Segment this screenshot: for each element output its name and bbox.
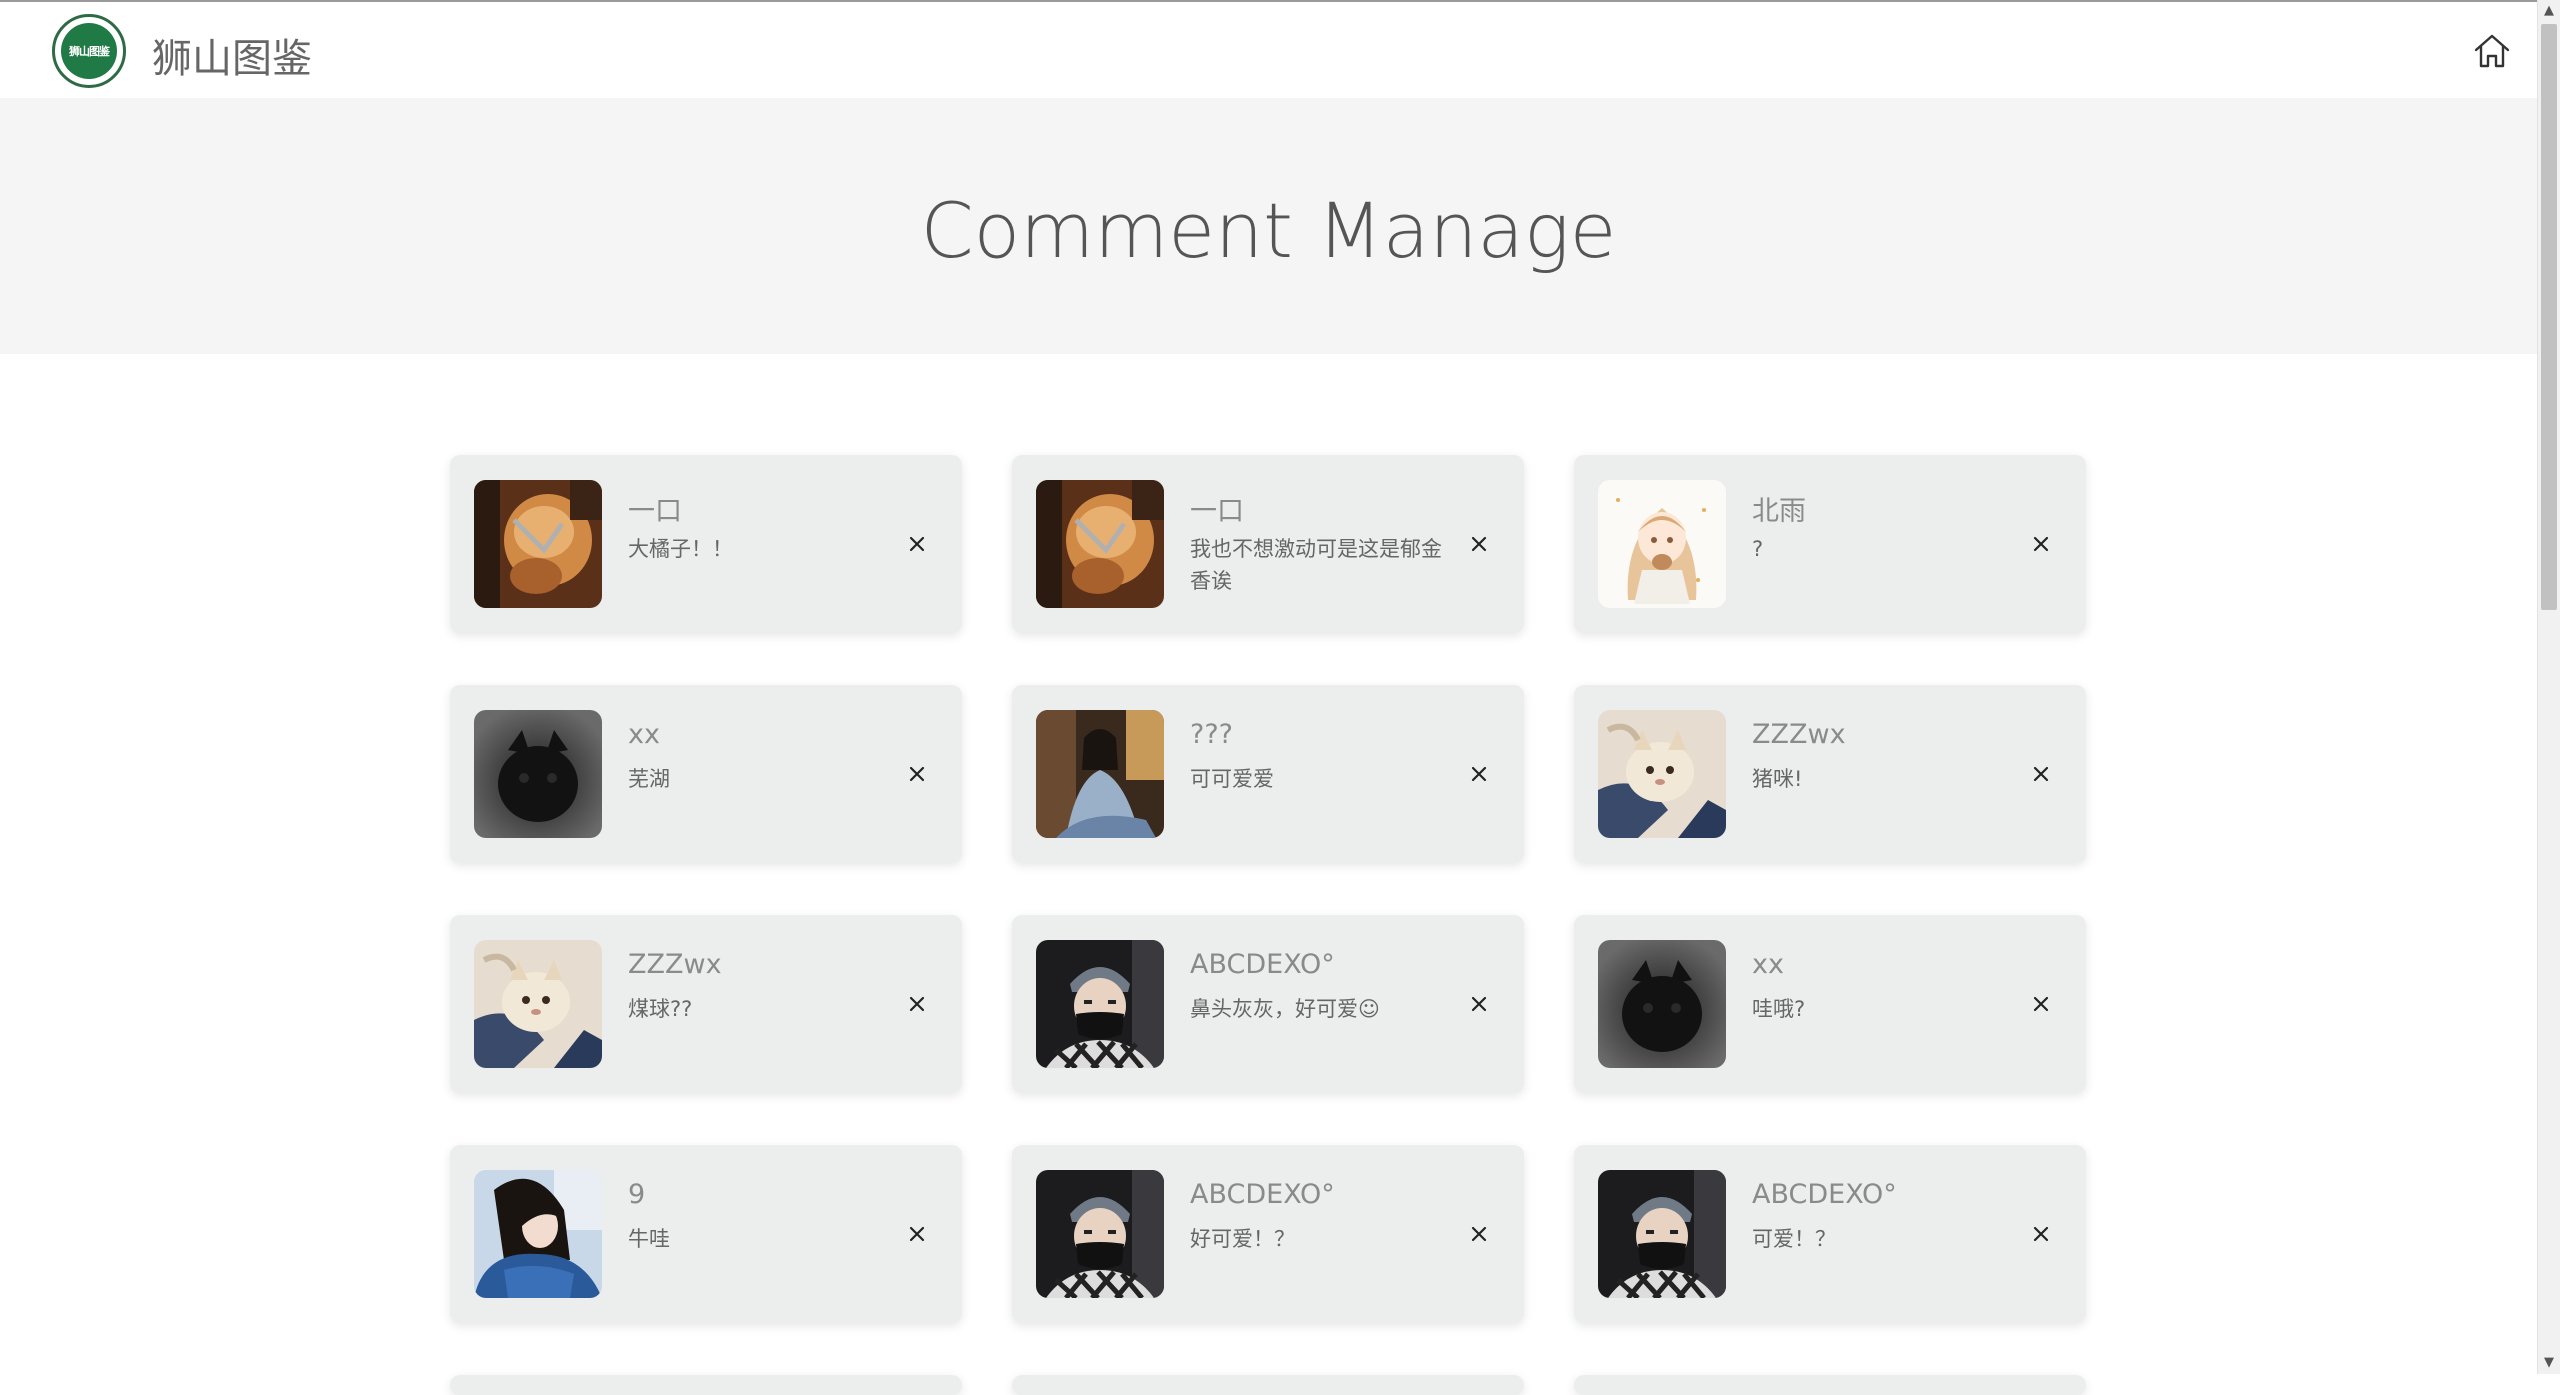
user-avatar[interactable] — [1036, 710, 1164, 838]
comment-card: 一口我也不想激动可是这是郁金香诶 — [1012, 455, 1524, 633]
user-avatar[interactable] — [1036, 940, 1164, 1068]
close-icon — [1471, 766, 1487, 782]
comment-username: 9 — [628, 1179, 646, 1210]
scroll-down-arrow-icon[interactable]: ▼ — [2538, 1352, 2560, 1374]
close-icon — [909, 1226, 925, 1242]
comment-username: ZZZwx — [628, 949, 722, 980]
close-icon — [909, 536, 925, 552]
logo-mark: 狮山图鉴 — [61, 23, 117, 79]
delete-comment-button[interactable] — [2028, 531, 2054, 557]
close-icon — [1471, 996, 1487, 1012]
user-avatar[interactable] — [1598, 940, 1726, 1068]
comment-card: 一口大橘子！！ — [450, 455, 962, 633]
comment-text: 大橘子！！ — [628, 537, 733, 561]
user-avatar[interactable] — [474, 480, 602, 608]
delete-comment-button[interactable] — [1466, 991, 1492, 1017]
comment-username: xx — [628, 719, 660, 750]
site-brand-title[interactable]: 狮山图鉴 — [152, 26, 312, 84]
comment-card: 北雨? — [1574, 455, 2086, 633]
comment-text: 猪咪! — [1752, 767, 1803, 791]
comment-username: ??? — [1190, 719, 1233, 750]
delete-comment-button[interactable] — [904, 531, 930, 557]
comment-username: ABCDEXO° — [1190, 949, 1335, 980]
comment-username: ABCDEXO° — [1190, 1179, 1335, 1210]
comment-card: ABCDEXO° 可爱！？ — [1574, 1145, 2086, 1323]
vertical-scrollbar[interactable]: ▲ ▼ — [2537, 0, 2560, 1374]
comment-text: 鼻头灰灰，好可爱☺ — [1190, 997, 1380, 1021]
user-avatar[interactable] — [1036, 480, 1164, 608]
user-avatar[interactable] — [474, 1170, 602, 1298]
hero-banner: Comment Manage — [0, 98, 2537, 354]
delete-comment-button[interactable] — [1466, 531, 1492, 557]
comment-card: ZZZwx 猪咪! — [1574, 685, 2086, 863]
scrollbar-thumb[interactable] — [2541, 24, 2557, 610]
comment-username: xx — [1752, 949, 1784, 980]
comment-text: 我也不想激动可是这是郁金香诶 — [1190, 537, 1442, 593]
comment-username: 北雨 — [1752, 496, 1806, 527]
close-icon — [1471, 1226, 1487, 1242]
close-icon — [909, 996, 925, 1012]
close-icon — [2033, 1226, 2049, 1242]
site-logo[interactable]: 狮山图鉴 — [52, 14, 126, 88]
comment-card: xx 哇哦? — [1574, 915, 2086, 1093]
delete-comment-button[interactable] — [2028, 761, 2054, 787]
comment-text: 哇哦? — [1752, 997, 1806, 1021]
close-icon — [2033, 766, 2049, 782]
comment-card: ABCDEXO° 好可爱！？ — [1012, 1145, 1524, 1323]
delete-comment-button[interactable] — [2028, 1221, 2054, 1247]
comment-card: ABCDEXO° 鼻头灰灰，好可爱☺ — [1012, 915, 1524, 1093]
comment-card-partial — [1574, 1375, 2086, 1395]
user-avatar[interactable] — [474, 940, 602, 1068]
close-icon — [1471, 536, 1487, 552]
comment-card-partial — [1012, 1375, 1524, 1395]
comment-text: 好可爱！？ — [1190, 1227, 1295, 1251]
comment-text: 煤球?? — [628, 997, 693, 1021]
comment-text: 芜湖 — [628, 767, 670, 791]
comment-card: xx 芜湖 — [450, 685, 962, 863]
close-icon — [2033, 536, 2049, 552]
user-avatar[interactable] — [1036, 1170, 1164, 1298]
close-icon — [909, 766, 925, 782]
comment-text: 可爱！？ — [1752, 1227, 1836, 1251]
comment-username: 一口 — [1190, 496, 1244, 527]
user-avatar[interactable] — [1598, 1170, 1726, 1298]
top-navbar: 狮山图鉴 狮山图鉴 — [0, 0, 2537, 98]
comment-card-partial — [450, 1375, 962, 1395]
user-avatar[interactable] — [1598, 710, 1726, 838]
scroll-up-arrow-icon[interactable]: ▲ — [2538, 0, 2560, 22]
delete-comment-button[interactable] — [1466, 761, 1492, 787]
delete-comment-button[interactable] — [904, 1221, 930, 1247]
comment-username: ZZZwx — [1752, 719, 1846, 750]
comment-card: ??? 可可爱爱 — [1012, 685, 1524, 863]
delete-comment-button[interactable] — [904, 761, 930, 787]
home-button[interactable] — [2470, 29, 2514, 73]
delete-comment-button[interactable] — [1466, 1221, 1492, 1247]
page-title: Comment Manage — [920, 186, 1617, 275]
comment-username: ABCDEXO° — [1752, 1179, 1897, 1210]
comment-text: 可可爱爱 — [1190, 767, 1274, 791]
comment-text: ? — [1752, 537, 1764, 561]
comment-card: ZZZwx 煤球?? — [450, 915, 962, 1093]
comment-username: 一口 — [628, 496, 682, 527]
close-icon — [2033, 996, 2049, 1012]
user-avatar[interactable] — [1598, 480, 1726, 608]
comment-card: 9 牛哇 — [450, 1145, 962, 1323]
delete-comment-button[interactable] — [904, 991, 930, 1017]
home-icon — [2474, 34, 2510, 68]
comment-text: 牛哇 — [628, 1227, 670, 1251]
delete-comment-button[interactable] — [2028, 991, 2054, 1017]
user-avatar[interactable] — [474, 710, 602, 838]
